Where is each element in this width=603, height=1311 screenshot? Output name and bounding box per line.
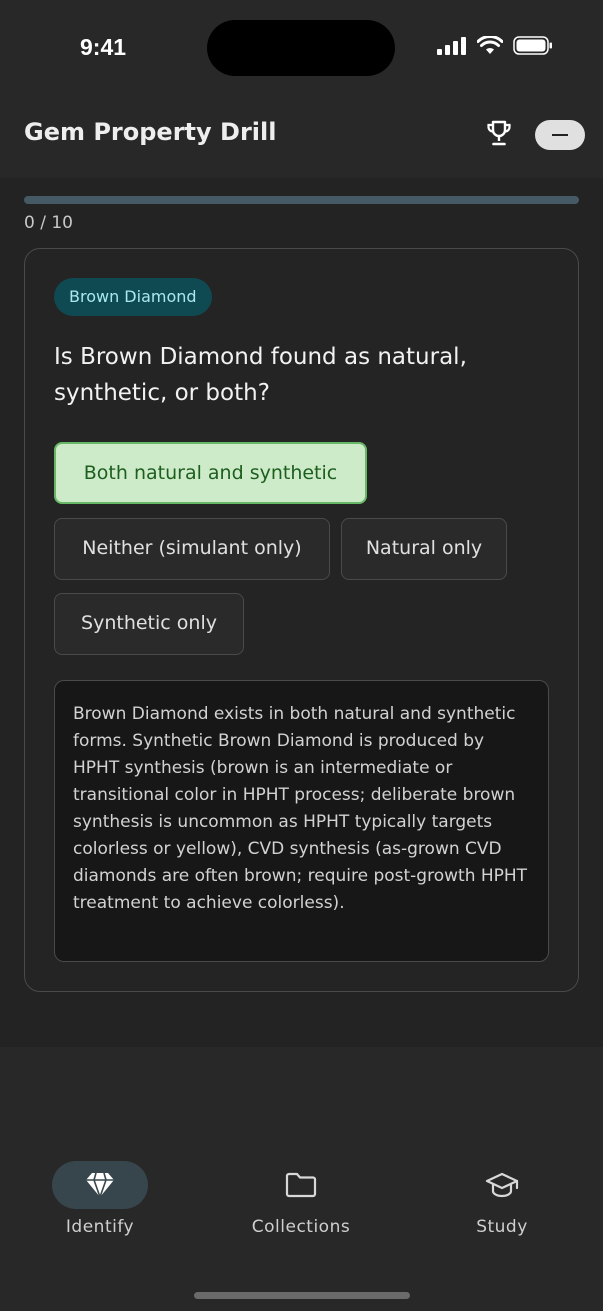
minus-icon bbox=[552, 134, 568, 136]
nav-item-study[interactable]: Study bbox=[432, 1161, 572, 1237]
status-icons bbox=[437, 36, 553, 55]
wifi-icon bbox=[477, 36, 503, 54]
progress-bar bbox=[24, 196, 579, 204]
nav-label-identify: Identify bbox=[65, 1217, 135, 1237]
nav-label-study: Study bbox=[476, 1217, 528, 1237]
option-synthetic-only[interactable]: Synthetic only bbox=[54, 593, 244, 655]
trophy-icon[interactable] bbox=[484, 118, 514, 148]
nav-indicator bbox=[454, 1161, 550, 1209]
gem-chip: Brown Diamond bbox=[54, 278, 212, 316]
folder-icon bbox=[285, 1172, 317, 1198]
status-bar: 9:41 bbox=[0, 0, 603, 96]
graduation-cap-icon bbox=[485, 1172, 519, 1198]
status-time: 9:41 bbox=[80, 34, 127, 60]
collapse-toggle-button[interactable] bbox=[535, 120, 585, 150]
option-neither-simulant-only[interactable]: Neither (simulant only) bbox=[54, 518, 330, 580]
page-title: Gem Property Drill bbox=[24, 118, 277, 146]
nav-indicator bbox=[253, 1161, 349, 1209]
nav-item-identify[interactable]: Identify bbox=[30, 1161, 170, 1237]
home-indicator[interactable] bbox=[194, 1292, 410, 1299]
nav-indicator bbox=[52, 1161, 148, 1209]
option-both-natural-and-synthetic[interactable]: Both natural and synthetic bbox=[54, 442, 367, 504]
battery-icon bbox=[513, 36, 552, 55]
diamond-icon bbox=[86, 1172, 114, 1198]
explanation-box: Brown Diamond exists in both natural and… bbox=[54, 680, 549, 962]
cellular-signal-icon bbox=[437, 36, 466, 55]
question-text: Is Brown Diamond found as natural, synth… bbox=[54, 344, 467, 406]
dynamic-island bbox=[207, 20, 395, 76]
option-natural-only[interactable]: Natural only bbox=[341, 518, 507, 580]
nav-item-collections[interactable]: Collections bbox=[231, 1161, 371, 1237]
nav-label-collections: Collections bbox=[251, 1217, 351, 1237]
question-card: Brown Diamond Is Brown Diamond found as … bbox=[24, 248, 579, 992]
app-header: Gem Property Drill bbox=[0, 96, 603, 178]
bottom-nav: Identify Collections Study bbox=[0, 1047, 603, 1311]
progress-text: 0 / 10 bbox=[24, 213, 73, 233]
